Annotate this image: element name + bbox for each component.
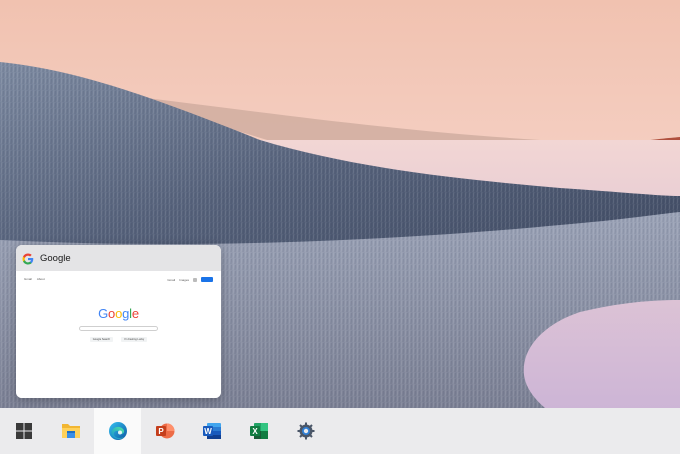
mini-top-right-links: Gmail Images	[167, 277, 213, 282]
taskbar-word[interactable]: W	[188, 408, 235, 454]
svg-text:P: P	[158, 427, 164, 436]
taskbar-settings[interactable]	[282, 408, 329, 454]
mini-link: Gmail	[167, 277, 176, 282]
google-g-icon	[22, 252, 34, 265]
mini-link: Gmail	[24, 277, 32, 281]
svg-text:W: W	[204, 427, 212, 436]
logo-letter: G	[98, 306, 109, 321]
google-logo: Google	[16, 306, 221, 321]
preview-page-content: Gmail About Gmail Images Google Google S…	[16, 271, 221, 398]
gear-icon	[297, 422, 314, 440]
powerpoint-icon: P	[155, 423, 174, 439]
taskbar-excel[interactable]: X	[235, 408, 282, 454]
svg-text:X: X	[252, 427, 258, 436]
sign-in-button	[201, 277, 213, 282]
preview-header: Google	[16, 245, 221, 271]
preview-title: Google	[40, 252, 71, 264]
mini-link: About	[36, 277, 45, 281]
mini-link: Images	[179, 277, 189, 282]
apps-grid-icon	[193, 277, 197, 282]
window-preview-thumbnail[interactable]: Google Gmail About Gmail Images Google G…	[16, 245, 221, 398]
taskbar-edge[interactable]	[94, 408, 141, 454]
edge-icon	[108, 422, 127, 440]
folder-icon	[61, 424, 80, 438]
logo-letter: o	[115, 306, 123, 321]
taskbar: P W X	[0, 408, 680, 454]
taskbar-powerpoint[interactable]: P	[141, 408, 188, 454]
start-button[interactable]	[0, 408, 47, 454]
logo-letter: e	[131, 306, 139, 321]
logo-letter: o	[108, 306, 116, 321]
taskbar-file-explorer[interactable]	[47, 408, 94, 454]
mini-search-buttons: Google Search I'm Feeling Lucky	[16, 337, 221, 342]
mini-top-left-links: Gmail About	[24, 277, 45, 281]
logo-letter: g	[122, 306, 130, 321]
windows-logo-icon	[15, 423, 32, 439]
mini-search-box	[79, 326, 158, 331]
mini-search-button: Google Search	[89, 337, 114, 342]
mini-lucky-button: I'm Feeling Lucky	[121, 337, 148, 342]
excel-icon: X	[249, 423, 268, 439]
word-icon: W	[202, 423, 221, 439]
